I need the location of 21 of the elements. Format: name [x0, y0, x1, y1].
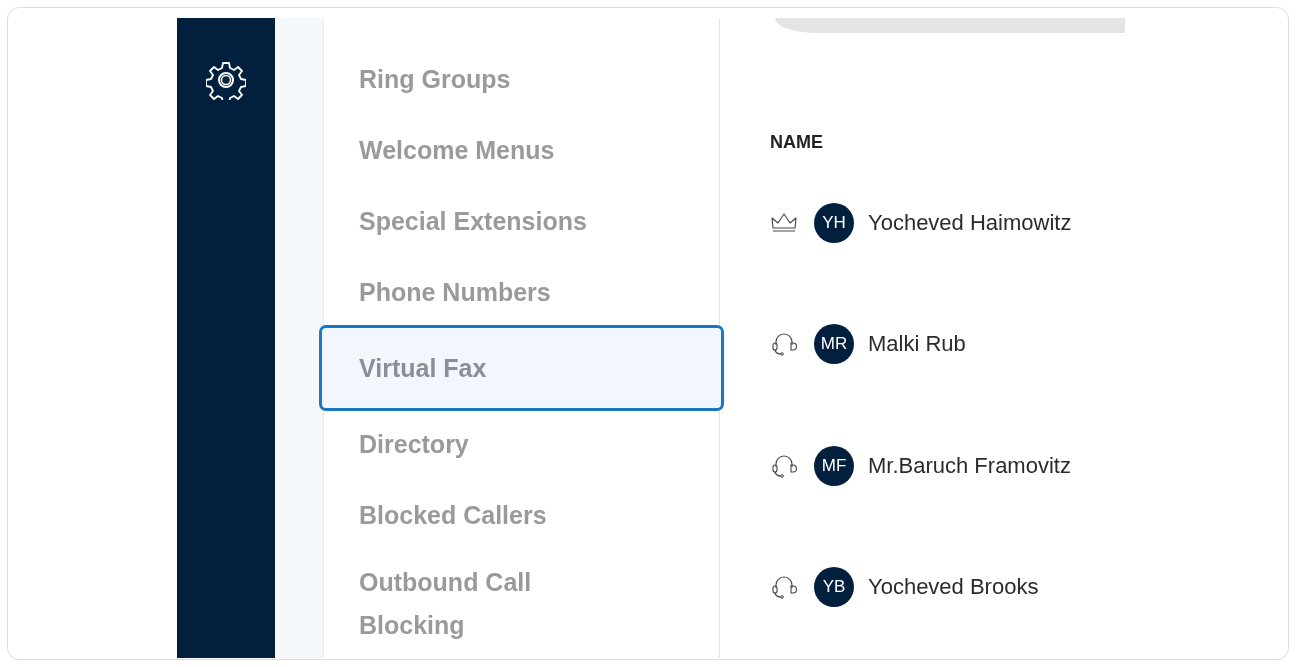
column-header: NAME: [770, 132, 824, 154]
avatar: YH: [814, 202, 854, 243]
user-name: Yocheved Brooks: [868, 574, 1039, 601]
user-name: Yocheved Haimowitz: [868, 209, 1072, 236]
user-name: Malki Rub: [868, 331, 966, 358]
headset-icon: [770, 331, 798, 358]
menu-item[interactable]: Outbound Call Blocking: [324, 553, 719, 647]
headset-icon: [770, 452, 798, 479]
menu-item[interactable]: Directory: [324, 411, 719, 477]
menu-item[interactable]: Special Extensions: [324, 188, 719, 254]
menu-item[interactable]: Blocked Callers: [324, 482, 719, 548]
avatar: MF: [814, 445, 854, 486]
menu-item[interactable]: Virtual Fax: [319, 325, 724, 411]
menu-item[interactable]: Phone Numbers: [324, 259, 719, 325]
settings-icon[interactable]: [206, 60, 246, 100]
avatar: YB: [814, 567, 854, 608]
menu-item[interactable]: Welcome Menus: [324, 117, 719, 183]
user-name: Mr.Baruch Framovitz: [868, 452, 1071, 479]
avatar: MR: [814, 324, 854, 365]
menu-item[interactable]: Ring Groups: [324, 46, 719, 112]
headset-icon: [770, 574, 798, 601]
